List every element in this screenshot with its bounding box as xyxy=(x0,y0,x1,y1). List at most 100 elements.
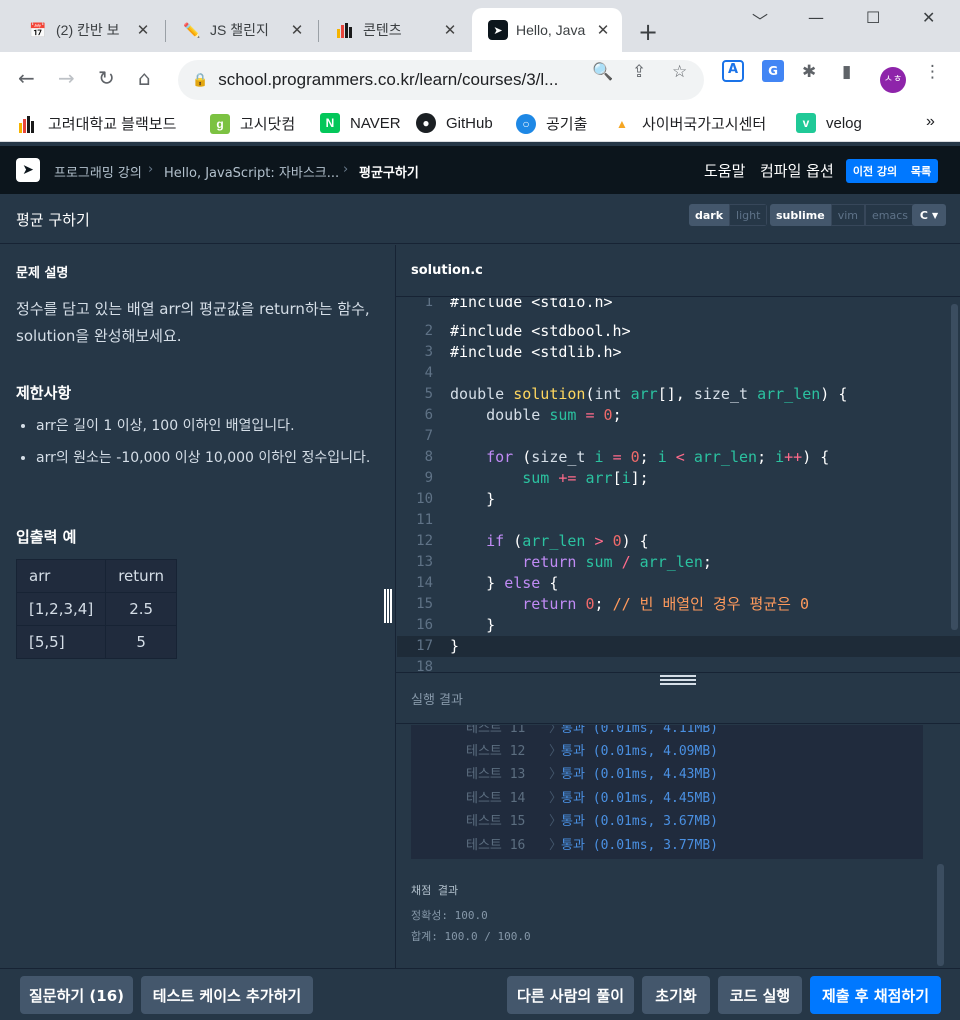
bookmark-naver[interactable]: N NAVER xyxy=(320,113,401,133)
results-heading: 실행 결과 xyxy=(411,693,463,708)
chevron-down-icon[interactable]: ﹀ xyxy=(752,8,768,32)
help-link[interactable]: 도움말 xyxy=(704,160,745,181)
profile-avatar[interactable]: ㅅㅎ xyxy=(880,67,906,93)
bookmark-label: 공기출 xyxy=(546,116,588,133)
keymap-vim-option[interactable]: vim xyxy=(830,204,865,226)
browser-tab-contents[interactable]: 콘텐츠 ✕ xyxy=(319,8,469,52)
circle-logo-icon: ○ xyxy=(516,113,536,134)
bookmark-label: velog xyxy=(826,114,862,132)
pencil-icon: ✏️ xyxy=(183,21,201,38)
file-name: solution.c xyxy=(411,263,483,278)
list-item: 테스트 15 〉 통과 (0.01ms, 3.67MB) xyxy=(466,814,718,829)
list-item: arr의 원소는 -10,000 이상 10,000 이하인 정수입니다. xyxy=(36,446,376,470)
chevron-more-icon[interactable]: » xyxy=(926,113,935,131)
keymap-toggle: sublime vim emacs xyxy=(770,204,916,226)
ask-question-button[interactable]: 질문하기 (16) xyxy=(20,976,133,1014)
bookmark-cyber-gosi[interactable]: ▲ 사이버국가고시센터 xyxy=(612,113,766,134)
breadcrumb-current: 평균구하기 xyxy=(359,166,419,181)
share-icon[interactable]: ⇪ xyxy=(632,62,646,82)
reset-button[interactable]: 초기화 xyxy=(642,976,710,1014)
chart-bars-icon xyxy=(335,20,355,40)
run-code-button[interactable]: 코드 실행 xyxy=(718,976,802,1014)
reload-icon[interactable]: ↻ xyxy=(98,66,115,90)
bookmark-gosi[interactable]: g 고시닷컴 xyxy=(210,113,295,134)
back-arrow-icon[interactable]: ← xyxy=(18,66,35,90)
browser-toolbar: ← → ↻ ⌂ 🔒 school.programmers.co.kr/learn… xyxy=(0,52,960,108)
results-scrollbar[interactable] xyxy=(937,864,944,966)
keymap-sublime-option[interactable]: sublime xyxy=(770,204,831,226)
velog-logo-icon: v xyxy=(796,113,816,133)
close-icon[interactable]: ✕ xyxy=(134,21,152,39)
panel-resize-handle[interactable] xyxy=(384,589,392,623)
menu-kebab-icon[interactable]: ⋮ xyxy=(924,62,941,82)
address-bar[interactable]: 🔒 school.programmers.co.kr/learn/courses… xyxy=(178,60,704,100)
editor-scrollbar[interactable] xyxy=(951,304,958,630)
submit-button[interactable]: 제출 후 채점하기 xyxy=(810,976,941,1014)
url-text[interactable]: school.programmers.co.kr/learn/courses/3… xyxy=(218,70,578,90)
translate-icon[interactable]: G xyxy=(762,60,784,82)
prev-lecture-button[interactable]: 이전 강의 목록 xyxy=(846,159,938,183)
tab-title: (2) 칸반 보 xyxy=(56,22,120,38)
description-heading: 문제 설명 xyxy=(16,266,69,281)
list-item: 테스트 14 〉 통과 (0.01ms, 4.45MB) xyxy=(466,791,718,806)
bookmark-star-icon[interactable]: ☆ xyxy=(672,62,687,82)
caret-down-icon: ▼ xyxy=(931,210,939,220)
programmers-logo-icon[interactable]: ➤ xyxy=(16,158,40,182)
close-icon[interactable]: ✕ xyxy=(594,21,612,39)
table-row: [5,5] 5 xyxy=(15,625,178,659)
theme-light-option[interactable]: light xyxy=(729,204,768,226)
side-panel-icon[interactable]: ▮ xyxy=(842,62,851,82)
bookmark-label: 고시닷컴 xyxy=(240,116,296,133)
minimize-icon[interactable]: — xyxy=(808,8,824,27)
bookmark-korea-univ[interactable]: 고려대학교 블랙보드 xyxy=(18,113,176,134)
browser-tab-js-challenge[interactable]: ✏️ JS 챌린지 ✕ xyxy=(166,8,316,52)
chevron-right-icon: › xyxy=(343,162,349,177)
table-cell: 2.5 xyxy=(105,592,178,626)
constraints-heading: 제한사항 xyxy=(16,384,72,402)
prev-lecture-label: 이전 강의 xyxy=(852,165,898,178)
chart-bars-icon xyxy=(18,114,38,134)
browser-tab-kanban[interactable]: 📅 (2) 칸반 보 ✕ xyxy=(12,8,162,52)
list-item: 테스트 16 〉 통과 (0.01ms, 3.77MB) xyxy=(466,838,718,853)
theme-dark-option[interactable]: dark xyxy=(689,204,730,226)
table-header: arr xyxy=(15,559,107,593)
test-results-list: 테스트 11 〉 통과 (0.01ms, 4.11MB) 테스트 12 〉 통과 (0.… xyxy=(411,725,923,859)
io-example-table: arr return [1,2,3,4] 2.5 [5,5] 5 xyxy=(15,559,178,659)
zoom-icon[interactable]: 🔍 xyxy=(592,62,613,82)
page-title: 평균 구하기 xyxy=(16,211,90,229)
breadcrumb-course[interactable]: Hello, JavaScript: 자바스크... xyxy=(164,162,339,181)
results-resize-handle[interactable] xyxy=(660,675,696,685)
forward-arrow-icon[interactable]: → xyxy=(58,66,75,90)
bookmark-label: NAVER xyxy=(350,114,401,132)
keymap-emacs-option[interactable]: emacs xyxy=(865,204,916,226)
bookmarks-bar: 고려대학교 블랙보드 g 고시닷컴 N NAVER ● GitHub ○ 공기출… xyxy=(0,108,960,142)
close-icon[interactable]: ✕ xyxy=(288,21,306,39)
language-select[interactable]: C ▼ xyxy=(912,204,946,226)
bookmark-label: 고려대학교 블랙보드 xyxy=(48,116,177,133)
browser-tab-hello-java[interactable]: ➤ Hello, Java ✕ xyxy=(472,8,622,52)
others-solutions-button[interactable]: 다른 사람의 풀이 xyxy=(507,976,634,1014)
app-header: ➤ 프로그래밍 강의 › Hello, JavaScript: 자바스크... … xyxy=(0,146,960,194)
maximize-icon[interactable]: ☐ xyxy=(866,8,880,27)
accuracy-text: 정확성: 100.0 xyxy=(411,909,488,922)
new-tab-icon[interactable]: + xyxy=(638,18,658,46)
chevron-right-icon: › xyxy=(148,162,154,177)
close-icon[interactable]: ✕ xyxy=(441,21,459,39)
breadcrumb-courses[interactable]: 프로그래밍 강의 xyxy=(54,162,142,181)
bookmark-github[interactable]: ● GitHub xyxy=(416,113,493,133)
table-header: return xyxy=(105,559,178,593)
tab-title: Hello, Java xyxy=(516,22,586,38)
add-testcase-button[interactable]: 테스트 케이스 추가하기 xyxy=(141,976,313,1014)
total-text: 합계: 100.0 / 100.0 xyxy=(411,930,531,943)
table-cell: [5,5] xyxy=(15,625,107,659)
code-editor[interactable]: 1 #include <stdio.h> 2 #include <stdbool.h… xyxy=(397,298,960,673)
home-icon[interactable]: ⌂ xyxy=(138,66,151,90)
extensions-puzzle-icon[interactable]: ✱ xyxy=(802,62,816,82)
window-close-icon[interactable]: ✕ xyxy=(922,8,935,27)
problem-description: 정수를 담고 있는 배열 arr의 평균값을 return하는 함수, solu… xyxy=(16,300,370,345)
compile-options-link[interactable]: 컴파일 옵션 xyxy=(760,160,834,181)
font-extension-icon[interactable]: A xyxy=(722,60,744,82)
bookmark-velog[interactable]: v velog xyxy=(796,113,862,133)
bookmark-gonggichul[interactable]: ○ 공기출 xyxy=(516,113,587,134)
grade-heading: 채점 결과 xyxy=(411,884,459,897)
